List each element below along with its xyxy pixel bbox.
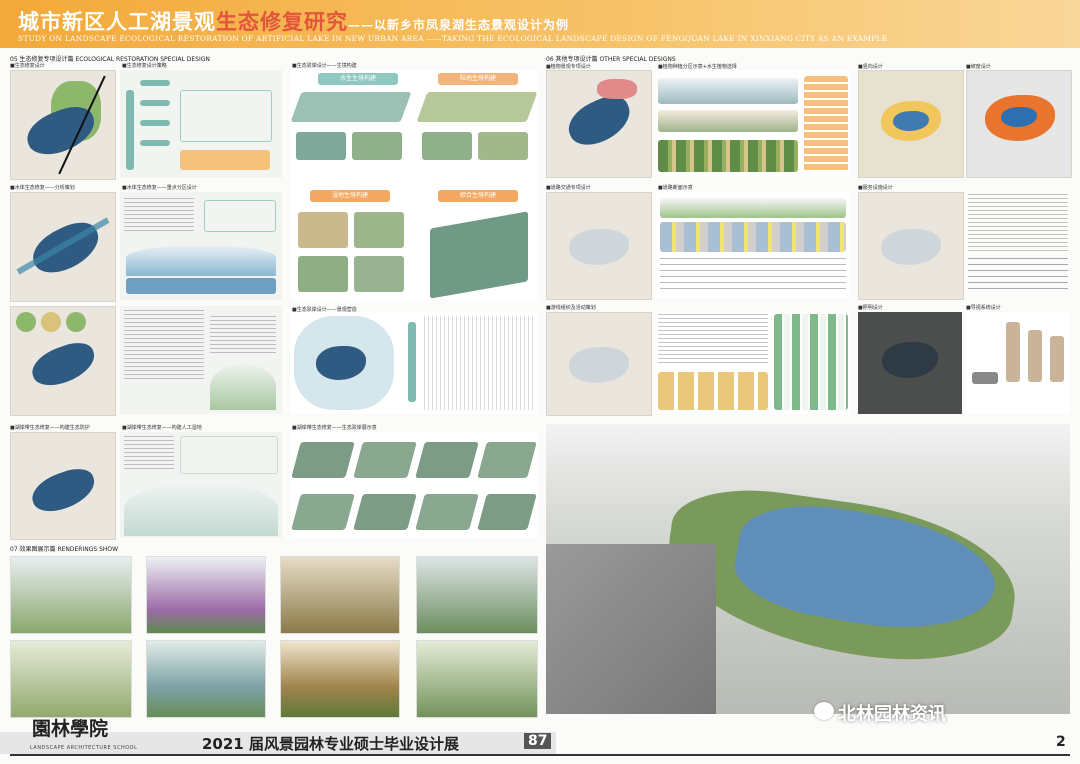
subtitle-b2: ■植物种植分区示意+水生植物选择 — [658, 64, 737, 70]
rendering-3 — [280, 556, 400, 634]
habitat-label-land: 陆地生境构建 — [438, 73, 518, 85]
page-subtitle-en: STUDY ON LANDSCAPE ECOLOGICAL RESTORATIO… — [18, 34, 888, 43]
aerial-rendering — [546, 424, 1070, 720]
subtitle-a1: ■生态修复设计 — [10, 63, 45, 69]
subtitle-a9: ■湖岸带生态修复——生态驳岸展示意 — [292, 425, 377, 431]
rendering-5 — [10, 640, 132, 718]
footer-divider — [10, 754, 1070, 756]
landscape-mindmap-panel — [290, 312, 538, 414]
shoreline-diagram-grid — [290, 432, 538, 538]
subtitle-b3: ■竖向设计 — [858, 64, 883, 70]
subtitle-a8: ■湖岸带生态修复——构建人工湿地 — [122, 425, 202, 431]
signage-panel — [966, 312, 1070, 414]
subtitle-a2: ■生态修复设计策略 — [122, 63, 167, 69]
restoration-plan-map — [10, 70, 116, 180]
rendering-1 — [10, 556, 132, 634]
rendering-4 — [416, 556, 538, 634]
wetland-panel — [120, 432, 282, 538]
subtitle-b9: ■照明设计 — [858, 305, 883, 311]
wechat-icon — [814, 702, 834, 720]
school-logo-en: LANDSCAPE ARCHITECTURE SCHOOL — [30, 745, 138, 751]
section-06-heading: 06 其他专项设计篇 OTHER SPECIAL DESIGNS — [546, 56, 676, 63]
rendering-6 — [146, 640, 266, 718]
habitat-label-wetland: 湿地生境构建 — [310, 190, 390, 202]
service-text-table — [966, 192, 1070, 298]
habitat-label-comprehensive: 综合生境构建 — [438, 190, 518, 202]
planting-map — [546, 70, 652, 178]
page-title: 城市新区人工湖景观生态修复研究——以新乡市凤泉湖生态景观设计为例 — [18, 9, 570, 34]
service-map — [858, 192, 964, 300]
subtitle-b5: ■道路交通专项设计 — [546, 185, 591, 191]
page-number-right: 2 — [1056, 734, 1066, 750]
rendering-8 — [416, 640, 538, 718]
subtitle-b7: ■服务设施设计 — [858, 185, 893, 191]
planting-zones-panel — [656, 70, 850, 176]
subtitle-b8: ■游线组织及活动策划 — [546, 305, 596, 311]
traffic-map — [546, 192, 652, 300]
habitat-construction-panel: 水生生境构建 陆地生境构建 湿地生境构建 综合生境构建 — [290, 70, 538, 300]
subtitle-a5: ■生态驳岸设计——生境构建 — [292, 63, 357, 69]
shoreline-strategy-text — [120, 306, 282, 414]
activity-planning-panel — [656, 312, 850, 414]
watermark-text: 北林园林资讯 — [838, 704, 946, 725]
rendering-7 — [280, 640, 400, 718]
section-07-heading: 07 效果图展示篇 RENDERINGS SHOW — [10, 546, 119, 553]
habitat-label-aquatic: 水生生境构建 — [318, 73, 398, 85]
school-logo-text: 園林學院 — [32, 718, 109, 740]
exhibition-title: 2021 届风景园林专业硕士毕业设计展 — [202, 735, 459, 753]
subtitle-b10: ■导视系统设计 — [966, 305, 1001, 311]
shoreline-map — [10, 306, 116, 416]
road-section-panel — [656, 192, 850, 298]
water-zoning-panel — [120, 192, 282, 300]
protection-map — [10, 432, 116, 540]
subtitle-a4: ■水体生态修复——重点分区设计 — [122, 185, 197, 191]
subtitle-b6: ■道路断面示意 — [658, 185, 693, 191]
strategy-flowchart — [120, 70, 282, 178]
water-analysis-map — [10, 192, 116, 302]
subtitle-b4: ■坡度设计 — [966, 64, 991, 70]
page-number: 87 — [524, 733, 552, 749]
vertical-design-map — [858, 70, 964, 178]
rendering-2 — [146, 556, 266, 634]
subtitle-a7: ■湖岸带生态修复——构建生态防护 — [10, 425, 90, 431]
slope-design-map — [966, 70, 1072, 178]
subtitle-b1: ■植物景观专项设计 — [546, 64, 591, 70]
lighting-map — [858, 312, 962, 414]
route-map — [546, 312, 652, 416]
subtitle-a3: ■水体生态修复——分析策划 — [10, 185, 75, 191]
